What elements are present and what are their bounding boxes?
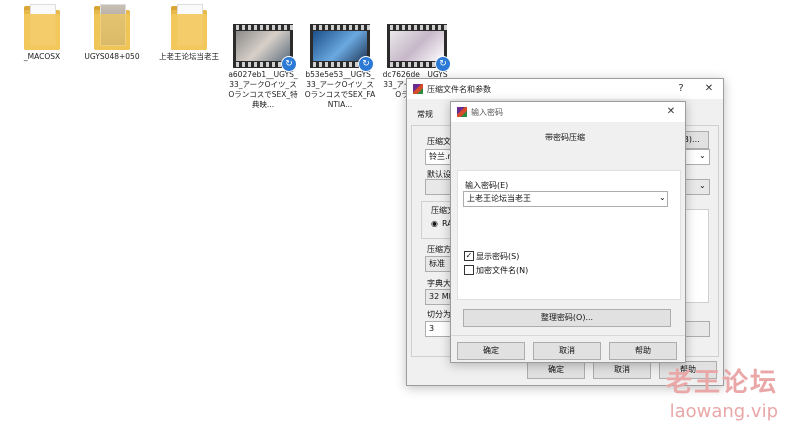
folder-icon xyxy=(171,4,207,50)
organize-passwords-button[interactable]: 整理密码(O)... xyxy=(463,309,671,327)
password-ok-button[interactable]: 确定 xyxy=(457,342,525,360)
video-thumbnail-icon: ↻ xyxy=(233,24,297,72)
password-dialog: 输入密码 ✕ 带密码压缩 输入密码(E) 上老王论坛当老王 ⌄ ✓ 显示密码(S… xyxy=(450,101,686,363)
video-thumbnail-icon: ↻ xyxy=(387,24,451,72)
folder-icon xyxy=(94,4,130,50)
encrypt-names-checkbox[interactable] xyxy=(464,265,474,275)
archive-cancel-button[interactable]: 取消 xyxy=(593,361,651,379)
watermark-url: laowang.vip xyxy=(669,401,778,422)
chevron-down-icon: ⌄ xyxy=(699,181,706,190)
desktop-item-video-a6027eb1[interactable]: ↻ a6027eb1__UGYS_33_アークOイツ_スOランコスでSEX_特典… xyxy=(227,24,299,110)
archive-ok-button[interactable]: 确定 xyxy=(527,361,585,379)
close-icon[interactable]: ✕ xyxy=(697,79,721,99)
site-watermark: 老王论坛 laowang.vip xyxy=(666,362,778,422)
password-cancel-button[interactable]: 取消 xyxy=(533,342,601,360)
winrar-icon xyxy=(413,84,423,94)
show-password-label: 显示密码(S) xyxy=(476,252,520,261)
password-dialog-title: 输入密码 xyxy=(471,107,503,117)
dictionary-label: 字典大 xyxy=(427,279,451,288)
folder-icon xyxy=(24,4,60,50)
method-label: 压缩方 xyxy=(427,245,451,254)
desktop-item-macosx[interactable]: _MACOSX xyxy=(6,4,78,62)
sync-badge-icon: ↻ xyxy=(281,56,297,72)
radio-rar-icon[interactable]: ◉ xyxy=(431,219,438,228)
sync-badge-icon: ↻ xyxy=(435,56,451,72)
close-icon[interactable]: ✕ xyxy=(659,102,683,122)
split-label: 切分为 xyxy=(427,310,451,319)
password-help-button[interactable]: 帮助 xyxy=(609,342,677,360)
tab-general[interactable]: 常规 xyxy=(417,109,433,120)
file-name: 上老王论坛当老王 xyxy=(159,52,219,61)
show-password-checkbox[interactable]: ✓ xyxy=(464,251,474,261)
archive-dialog-title: 压缩文件名和参数 xyxy=(427,84,491,94)
chevron-down-icon[interactable]: ⌄ xyxy=(659,193,666,202)
password-input[interactable]: 上老王论坛当老王 xyxy=(463,191,668,207)
password-dialog-titlebar: 输入密码 xyxy=(451,102,685,122)
chevron-down-icon: ⌄ xyxy=(699,151,706,160)
winrar-icon xyxy=(457,107,467,117)
file-name: a6027eb1__UGYS_33_アークOイツ_スOランコスでSEX_特典映.… xyxy=(228,70,298,109)
password-heading: 带密码压缩 xyxy=(545,133,585,142)
desktop-item-ugys048[interactable]: UGYS048+050 xyxy=(76,4,148,62)
archive-name-label: 压缩文 xyxy=(427,137,451,146)
divider xyxy=(451,335,685,336)
desktop-item-laowang-folder[interactable]: 上老王论坛当老王 xyxy=(153,4,225,62)
help-title-button[interactable]: ? xyxy=(669,79,693,99)
file-name: b53e5e53__UGYS_33_アークOイツ_スOランコスでSEX_FANT… xyxy=(304,70,376,109)
video-thumbnail-icon: ↻ xyxy=(310,24,374,72)
encrypt-names-label: 加密文件名(N) xyxy=(476,266,529,275)
password-label: 输入密码(E) xyxy=(465,181,509,190)
watermark-title: 老王论坛 xyxy=(665,368,778,398)
file-name: UGYS048+050 xyxy=(84,52,140,61)
desktop-item-video-b53e5e53[interactable]: ↻ b53e5e53__UGYS_33_アークOイツ_スOランコスでSEX_FA… xyxy=(304,24,376,110)
file-name: _MACOSX xyxy=(23,52,61,61)
sync-badge-icon: ↻ xyxy=(358,56,374,72)
